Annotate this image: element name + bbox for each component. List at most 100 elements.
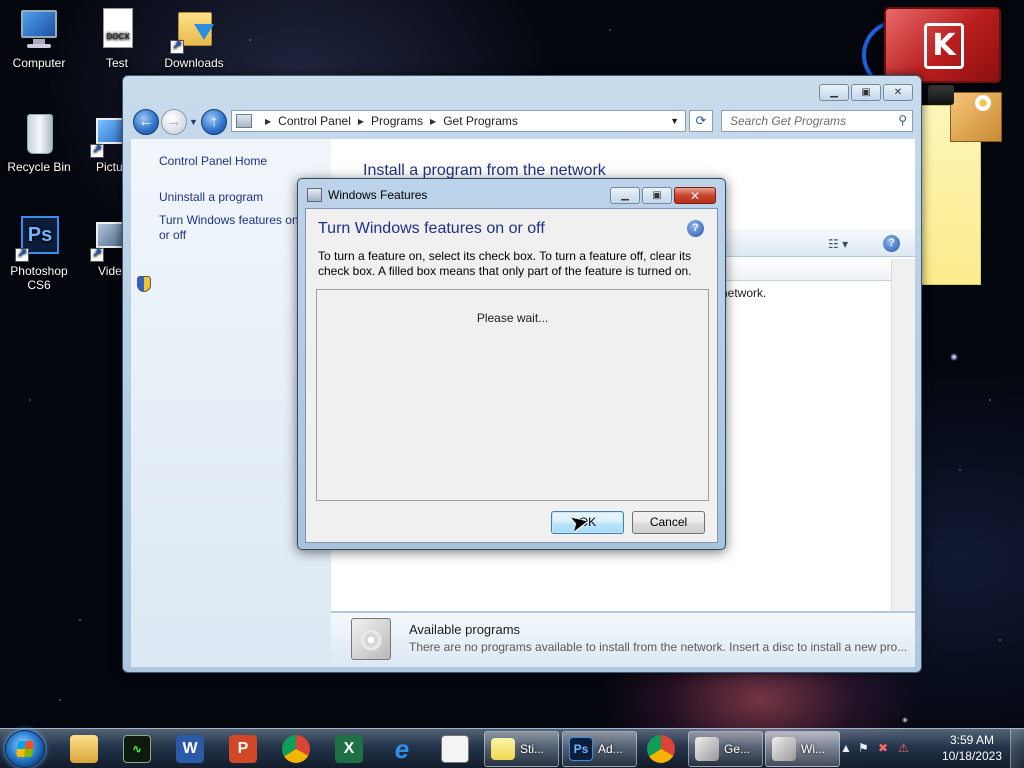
taskbar-photoshop[interactable]: Ps Ad... [562, 731, 637, 767]
computer-icon [17, 8, 61, 52]
sticky-notes-icon [491, 738, 515, 760]
recent-pages-dropdown-icon[interactable]: ▼ [189, 117, 198, 127]
chrome-icon [282, 735, 310, 763]
folder-download-icon [170, 8, 216, 54]
breadcrumb-separator-icon[interactable]: ▶ [430, 117, 436, 126]
desktop-icon-label: Test [105, 56, 128, 70]
clock[interactable]: 3:59 AM 10/18/2023 [942, 732, 1002, 764]
forward-button[interactable]: → [161, 109, 187, 135]
desktop-icon-downloads[interactable]: Downloads [157, 8, 231, 70]
taskbar-chrome-2[interactable] [635, 731, 687, 767]
taskbar-chrome[interactable] [270, 731, 322, 767]
dialog-maximize-button[interactable]: ▣ [642, 187, 672, 204]
dialog-body: Turn Windows features on or off ? To tur… [305, 208, 718, 543]
taskbar-windows-features[interactable]: Wi... [765, 731, 840, 767]
taskbar-sticky-notes[interactable]: Sti... [484, 731, 559, 767]
docx-badge: DOCX [106, 32, 130, 41]
taskbar-task-manager[interactable]: ∿ [111, 731, 163, 767]
shortcut-arrow-icon [15, 246, 29, 262]
desktop-icon-label: Vide [98, 264, 122, 278]
word-icon: W [176, 735, 204, 763]
breadcrumb-control-panel[interactable]: Control Panel [278, 114, 351, 128]
kaspersky-logo-icon: K [924, 23, 964, 69]
start-button[interactable] [5, 730, 45, 768]
taskbar-word[interactable]: W [164, 731, 216, 767]
videos-icon [90, 216, 124, 262]
shortcut-arrow-icon [90, 246, 104, 262]
windows-features-dialog: Windows Features ▁ ▣ ✕ Turn Windows feat… [297, 178, 726, 550]
show-desktop-button[interactable] [1010, 729, 1024, 768]
desktop-icon-label: Photoshop CS6 [10, 264, 68, 292]
dialog-minimize-button[interactable]: ▁ [610, 187, 640, 204]
docx-file-icon: DOCX [95, 8, 139, 52]
features-tree[interactable]: Please wait... [316, 289, 709, 501]
search-input[interactable]: Search Get Programs ⚲ [721, 110, 913, 132]
windows-features-taskbar-icon [772, 737, 796, 761]
desktop-icon-label: Recycle Bin [7, 160, 71, 174]
refresh-button[interactable]: ⟳ [689, 110, 713, 132]
show-hidden-icons-icon[interactable]: ▲ [840, 741, 852, 755]
breadcrumb-separator-icon[interactable]: ▶ [265, 117, 271, 126]
help-icon[interactable]: ? [883, 235, 900, 252]
cancel-button[interactable]: Cancel [632, 511, 705, 534]
taskbar-label: Wi... [801, 742, 825, 756]
change-view-icon[interactable]: ☷ ▾ [828, 237, 848, 251]
photoshop-icon: Ps [15, 216, 61, 262]
maximize-button[interactable]: ▣ [851, 84, 881, 101]
dialog-help-icon[interactable]: ? [687, 220, 704, 237]
kaspersky-gadget[interactable]: K [884, 7, 1001, 83]
action-center-icon[interactable]: ⚑ [858, 741, 869, 755]
uac-shield-icon [137, 276, 151, 292]
desktop-icon-pictures[interactable]: Pictu [80, 112, 124, 174]
taskbar-notepad[interactable] [429, 731, 481, 767]
dialog-close-button[interactable]: ✕ [674, 187, 716, 204]
excel-icon: X [335, 735, 363, 763]
breadcrumb-get-programs[interactable]: Get Programs [443, 114, 518, 128]
address-bar[interactable]: ▶ Control Panel ▶ Programs ▶ Get Program… [231, 110, 686, 132]
windows-features-icon [307, 188, 322, 202]
internet-explorer-icon: e [394, 733, 410, 764]
vertical-scrollbar[interactable] [891, 259, 915, 611]
desktop-icon-computer[interactable]: Computer [2, 8, 76, 70]
minimize-button[interactable]: ▁ [819, 84, 849, 101]
desktop-icon-test[interactable]: DOCX Test [80, 8, 154, 70]
network-disconnected-icon[interactable]: ⚠ [898, 741, 909, 755]
details-title: Available programs [409, 622, 521, 637]
task-manager-icon: ∿ [123, 735, 151, 763]
get-programs-icon [695, 737, 719, 761]
chrome-icon [647, 735, 675, 763]
clock-date: 10/18/2023 [941, 749, 1002, 763]
breadcrumb-separator-icon[interactable]: ▶ [358, 117, 364, 126]
taskbar-explorer[interactable] [58, 731, 110, 767]
breadcrumb-programs[interactable]: Programs [371, 114, 423, 128]
uninstall-program-link[interactable]: Uninstall a program [159, 190, 263, 205]
dialog-description: To turn a feature on, select its check b… [318, 249, 692, 278]
flower-icon [975, 95, 991, 111]
taskbar-label: Sti... [520, 742, 545, 756]
desktop-icon-videos[interactable]: Vide [80, 216, 124, 278]
details-text: There are no programs available to insta… [409, 640, 908, 654]
powerpoint-icon: P [229, 735, 257, 763]
taskbar-internet-explorer[interactable]: e [376, 731, 428, 767]
taskbar-powerpoint[interactable]: P [217, 731, 269, 767]
taskbar-excel[interactable]: X [323, 731, 375, 767]
address-dropdown-icon[interactable]: ▼ [670, 116, 679, 126]
taskbar: ∿ W P X e Sti... Ps Ad... Ge... Wi... ▲ … [0, 728, 1024, 768]
notepad-icon [441, 735, 469, 763]
taskbar-get-programs[interactable]: Ge... [688, 731, 763, 767]
close-button[interactable]: ✕ [883, 84, 913, 101]
windows-features-link[interactable]: Turn Windows features on or off [159, 213, 309, 243]
desktop-icon-recycle-bin[interactable]: Recycle Bin [2, 112, 76, 174]
control-panel-home-link[interactable]: Control Panel Home [159, 154, 267, 169]
desktop-icon-label: Downloads [164, 56, 224, 70]
search-icon[interactable]: ⚲ [898, 113, 907, 127]
folder-icon [70, 735, 98, 763]
recycle-bin-icon [17, 112, 61, 156]
desktop-icon-photoshop[interactable]: Ps Photoshop CS6 [2, 216, 76, 292]
volume-muted-icon[interactable]: ✖ [878, 741, 888, 755]
window-controls: ▁ ▣ ✕ [819, 84, 913, 101]
loading-status: Please wait... [476, 311, 549, 325]
photoshop-taskbar-icon: Ps [569, 737, 593, 761]
back-button[interactable]: ← [133, 109, 159, 135]
up-button[interactable]: ↑ [201, 109, 227, 135]
